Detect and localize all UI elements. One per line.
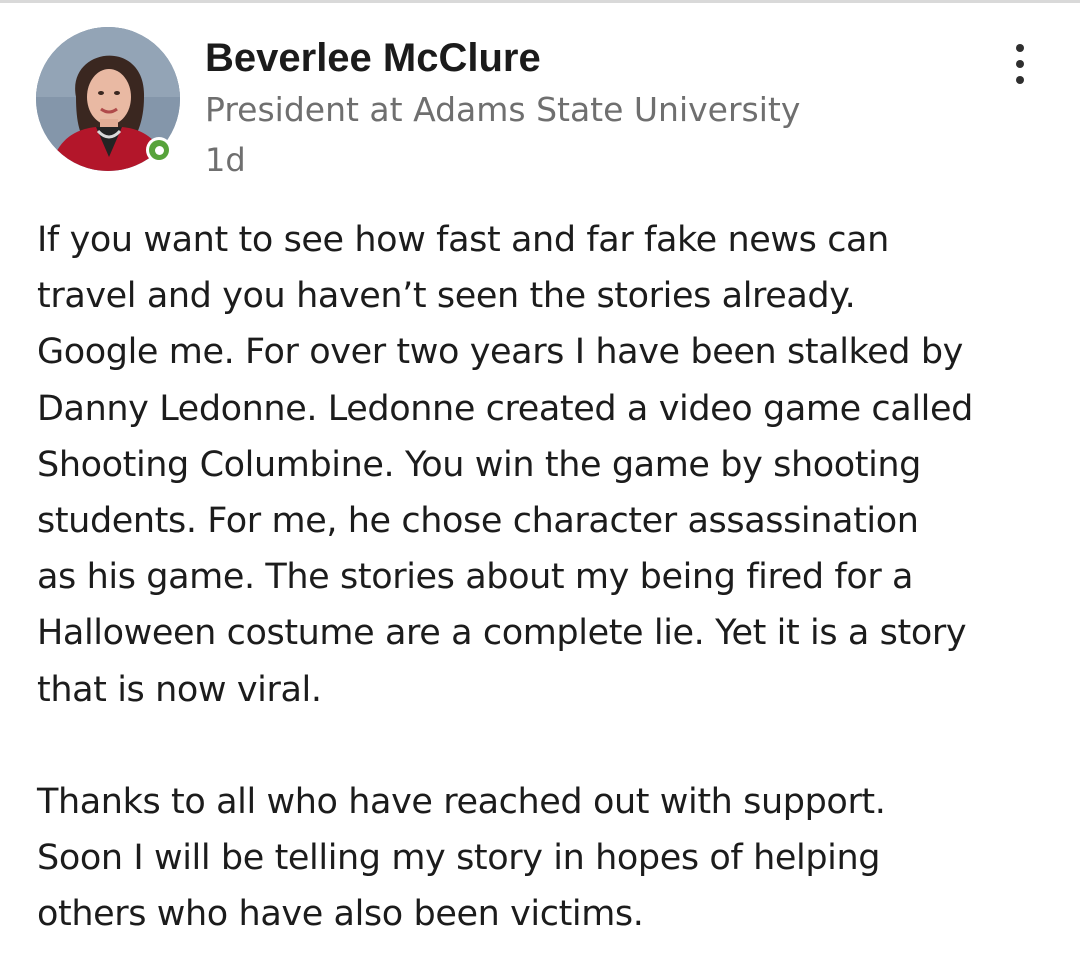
- post-text-line: that is now viral.: [37, 669, 322, 710]
- post-text-line: travel and you haven’t seen the stories …: [37, 276, 856, 317]
- post-timestamp: 1d: [205, 141, 246, 179]
- post-text-line: Soon I will be telling my story in hopes…: [37, 838, 881, 879]
- online-status-icon: [146, 137, 172, 163]
- author-avatar-container[interactable]: [36, 27, 180, 171]
- post-text-line: Shooting Columbine. You win the game by …: [37, 444, 921, 485]
- author-headline: President at Adams State University: [205, 90, 801, 129]
- post-text-line: students. For me, he chose character ass…: [37, 500, 919, 541]
- post-text-line: Halloween costume are a complete lie. Ye…: [37, 613, 967, 654]
- more-options-button[interactable]: [998, 36, 1042, 92]
- post-text-line: Google me. For over two years I have bee…: [37, 332, 963, 373]
- more-vertical-icon-dot: [1016, 60, 1024, 68]
- post-text-line: Danny Ledonne. Ledonne created a video g…: [37, 388, 973, 429]
- more-vertical-icon-dot: [1016, 76, 1024, 84]
- post-text-line: as his game. The stories about my being …: [37, 557, 914, 598]
- post-text: If you want to see how fast and far fake…: [37, 212, 1062, 942]
- post-text-line: others who have also been victims.: [37, 894, 644, 935]
- online-status-dot: [149, 140, 169, 160]
- more-vertical-icon: [1016, 44, 1024, 52]
- author-name[interactable]: Beverlee McClure: [205, 34, 541, 82]
- post-text-line: If you want to see how fast and far fake…: [37, 220, 889, 260]
- post-card: Beverlee McClure President at Adams Stat…: [0, 0, 1080, 966]
- post-text-line: Thanks to all who have reached out with …: [37, 781, 886, 822]
